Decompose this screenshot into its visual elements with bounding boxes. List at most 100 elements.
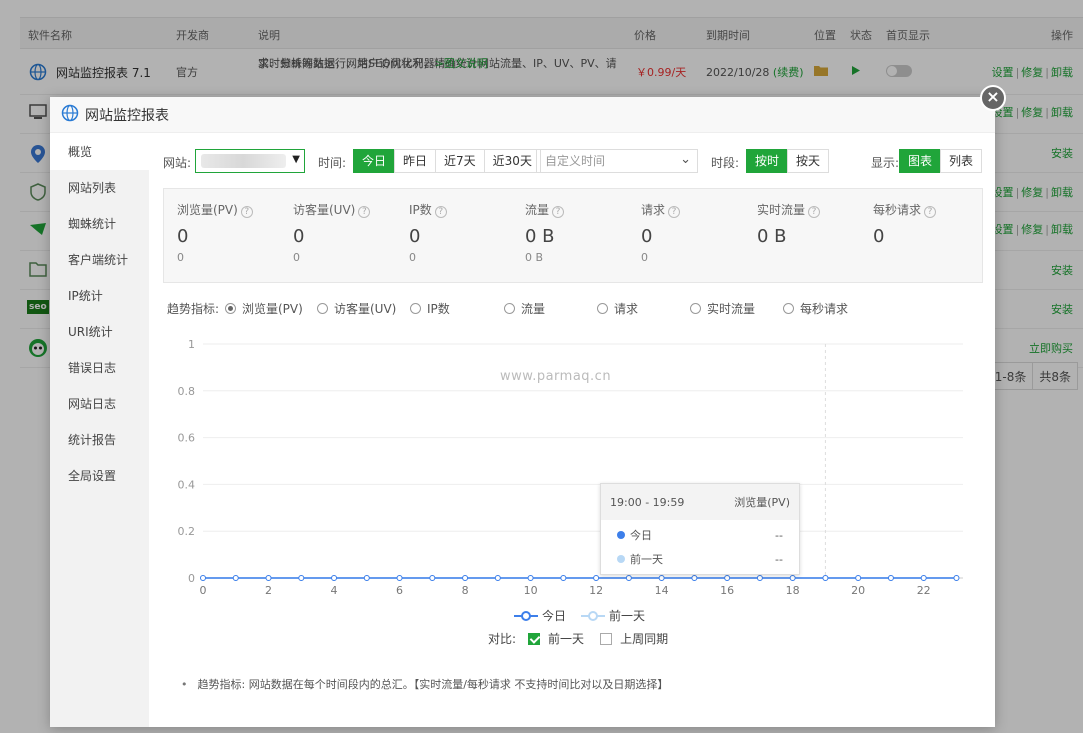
sidebar-item-client-stats[interactable]: 客户端统计 <box>50 242 149 278</box>
sidebar-item-error-log[interactable]: 错误日志 <box>50 350 149 386</box>
stat-sub: 0 B <box>525 251 544 264</box>
display-chart-button[interactable]: 图表 <box>899 149 942 173</box>
display-list-button[interactable]: 列表 <box>940 149 983 173</box>
tooltip-row-label: 前一天 <box>630 553 663 566</box>
trend-option-qps[interactable]: 每秒请求 <box>783 300 848 317</box>
help-icon[interactable]: ? <box>240 206 253 218</box>
trend-option-label: 流量 <box>521 302 546 316</box>
stat-label: 请求? <box>641 201 751 218</box>
help-icon[interactable]: ? <box>552 206 565 218</box>
compare-yesterday-checkbox[interactable] <box>528 632 541 645</box>
series-dot-icon <box>617 531 625 539</box>
trend-option-uv[interactable]: 访客量(UV) <box>317 300 396 317</box>
modal-main: 网站: ▼ 时间: 今日 昨日 近7天 近30天 自定义时间 ⌄ 时段: 按时 … <box>163 134 983 727</box>
data-point <box>494 575 501 581</box>
radio-icon <box>225 303 236 314</box>
trend-option-label: 每秒请求 <box>800 302 849 316</box>
compare-lastweek-checkbox[interactable] <box>600 632 613 645</box>
data-point <box>265 575 272 581</box>
data-point <box>658 575 665 581</box>
help-icon[interactable]: ? <box>924 206 937 218</box>
close-icon[interactable]: × <box>980 85 1006 111</box>
compare-yesterday-label: 前一天 <box>548 632 585 646</box>
legend-label: 今日 <box>542 609 567 623</box>
sidebar-item-spider-stats[interactable]: 蜘蛛统计 <box>50 206 149 242</box>
tooltip-row-label: 今日 <box>630 529 652 542</box>
help-icon[interactable]: ? <box>434 206 447 218</box>
x-tick-label: 2 <box>265 584 272 597</box>
chart-legend: 今日 前一天 <box>513 607 645 624</box>
help-icon[interactable]: ? <box>358 206 371 218</box>
custom-time-select[interactable]: 自定义时间 ⌄ <box>536 149 698 173</box>
watermark: www.parmaq.cn <box>500 369 612 384</box>
sidebar-item-global-settings[interactable]: 全局设置 <box>50 458 149 494</box>
legend-label: 前一天 <box>609 609 646 623</box>
stat-label-text: 请求 <box>641 203 666 217</box>
radio-icon <box>690 303 701 314</box>
stat-label: IP数? <box>409 201 519 218</box>
sidebar-item-report[interactable]: 统计报告 <box>50 422 149 458</box>
trend-option-traffic[interactable]: 流量 <box>504 300 545 317</box>
data-point <box>953 575 960 581</box>
data-point <box>527 575 534 581</box>
stat-value: 0 <box>873 226 885 247</box>
sidebar-item-site-log[interactable]: 网站日志 <box>50 386 149 422</box>
data-point <box>363 575 370 581</box>
time-yesterday-button[interactable]: 昨日 <box>394 149 437 173</box>
stat-value: 0 <box>177 226 189 247</box>
trend-option-label: 浏览量(PV) <box>242 302 303 316</box>
time-today-button[interactable]: 今日 <box>353 149 396 173</box>
y-tick-label: 0.2 <box>178 525 196 538</box>
trend-option-pv[interactable]: 浏览量(PV) <box>225 300 303 317</box>
caret-down-icon: ▼ <box>292 154 300 165</box>
radio-icon <box>504 303 515 314</box>
sidebar-item-ip-stats[interactable]: IP统计 <box>50 278 149 314</box>
data-point <box>396 575 403 581</box>
stat-label: 访客量(UV)? <box>293 201 403 218</box>
stat-label: 实时流量? <box>757 201 867 218</box>
sidebar-item-site-list[interactable]: 网站列表 <box>50 170 149 206</box>
sidebar-item-overview[interactable]: 概览 <box>50 134 149 170</box>
stat-sub: 0 <box>409 251 416 264</box>
y-tick-label: 0.6 <box>178 432 196 445</box>
data-point <box>298 575 305 581</box>
legend-item-today[interactable]: 今日 <box>513 607 566 624</box>
radio-icon <box>410 303 421 314</box>
compare-options: 对比: 前一天 上周同期 <box>488 630 668 647</box>
stat-label-text: 实时流量 <box>757 203 806 217</box>
period-day-button[interactable]: 按天 <box>787 149 830 173</box>
data-point <box>691 575 698 581</box>
data-point <box>593 575 600 581</box>
tooltip-header: 19:00 - 19:59 浏览量(PV) <box>601 484 799 520</box>
data-point <box>331 575 338 581</box>
data-point <box>887 575 894 581</box>
time-7days-button[interactable]: 近7天 <box>435 149 485 173</box>
tooltip-range: 19:00 - 19:59 <box>610 495 685 509</box>
x-tick-label: 6 <box>396 584 403 597</box>
modal-title: 网站监控报表 <box>85 107 169 124</box>
period-hour-button[interactable]: 按时 <box>746 149 789 173</box>
stat-label-text: 每秒请求 <box>873 203 922 217</box>
y-tick-label: 0.8 <box>178 385 196 398</box>
trend-option-realtime[interactable]: 实时流量 <box>690 300 755 317</box>
stat-label: 流量? <box>525 201 635 218</box>
trend-option-ip[interactable]: IP数 <box>410 300 450 317</box>
time-30days-button[interactable]: 近30天 <box>483 149 541 173</box>
x-tick-label: 12 <box>589 584 603 597</box>
legend-item-yesterday[interactable]: 前一天 <box>580 607 645 624</box>
x-tick-label: 14 <box>655 584 669 597</box>
help-icon[interactable]: ? <box>668 206 681 218</box>
help-icon[interactable]: ? <box>808 206 821 218</box>
data-point <box>200 575 206 581</box>
stat-sub: 0 <box>177 251 184 264</box>
stat-qps: 每秒请求? 0 <box>873 201 983 247</box>
trend-option-requests[interactable]: 请求 <box>597 300 638 317</box>
stat-realtime-traffic: 实时流量? 0 B <box>757 201 867 247</box>
stat-label-text: 流量 <box>525 203 550 217</box>
radio-icon <box>597 303 608 314</box>
site-select[interactable]: ▼ <box>195 149 305 173</box>
stat-value: 0 <box>409 226 421 247</box>
tooltip-row: 今日 -- <box>601 523 799 547</box>
sidebar-item-uri-stats[interactable]: URI统计 <box>50 314 149 350</box>
stat-label: 每秒请求? <box>873 201 983 218</box>
